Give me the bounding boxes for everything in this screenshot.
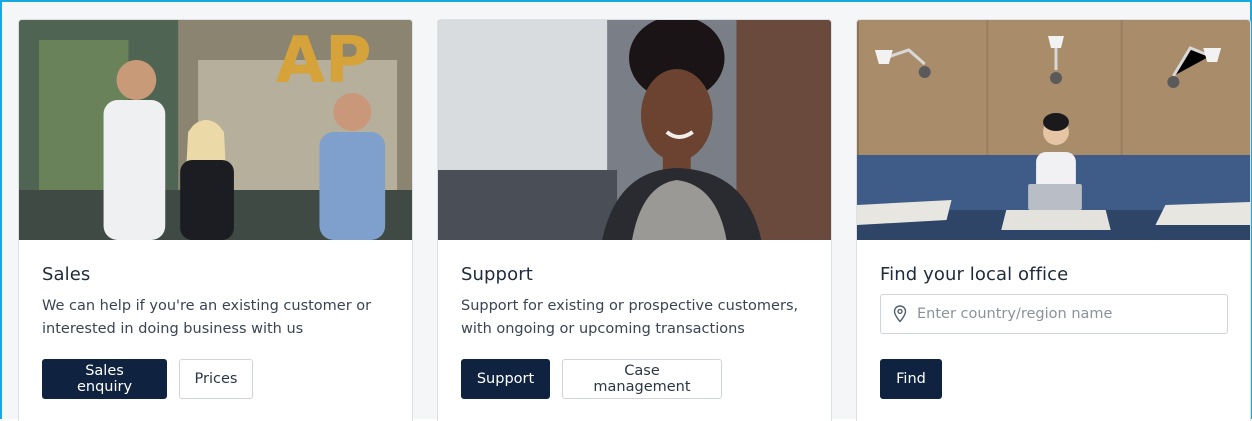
support-photo [438, 20, 831, 240]
local-office-card: Find your local office Find [856, 19, 1251, 421]
sales-title: Sales [42, 264, 91, 285]
find-button[interactable]: Find [880, 359, 942, 399]
support-card: Support Support for existing or prospect… [437, 19, 832, 421]
support-title: Support [461, 264, 533, 285]
svg-text:AP: AP [276, 24, 372, 98]
sales-photo: AP [19, 20, 412, 240]
local-office-photo [857, 20, 1250, 240]
sales-card: AP Sales We can help if you're an existi… [18, 19, 413, 421]
prices-button[interactable]: Prices [179, 359, 253, 399]
location-pin-icon [893, 305, 907, 323]
case-management-button[interactable]: Case management [562, 359, 722, 399]
support-description: Support for existing or prospective cust… [461, 298, 799, 337]
page-frame: AP Sales We can help if you're an existi… [0, 0, 1252, 421]
country-search-field[interactable] [880, 294, 1228, 334]
country-search-input[interactable] [917, 306, 1227, 322]
local-office-title: Find your local office [880, 264, 1069, 285]
sales-description: We can help if you're an existing custom… [42, 298, 372, 337]
sales-enquiry-button[interactable]: Sales enquiry [42, 359, 167, 399]
support-button[interactable]: Support [461, 359, 550, 399]
